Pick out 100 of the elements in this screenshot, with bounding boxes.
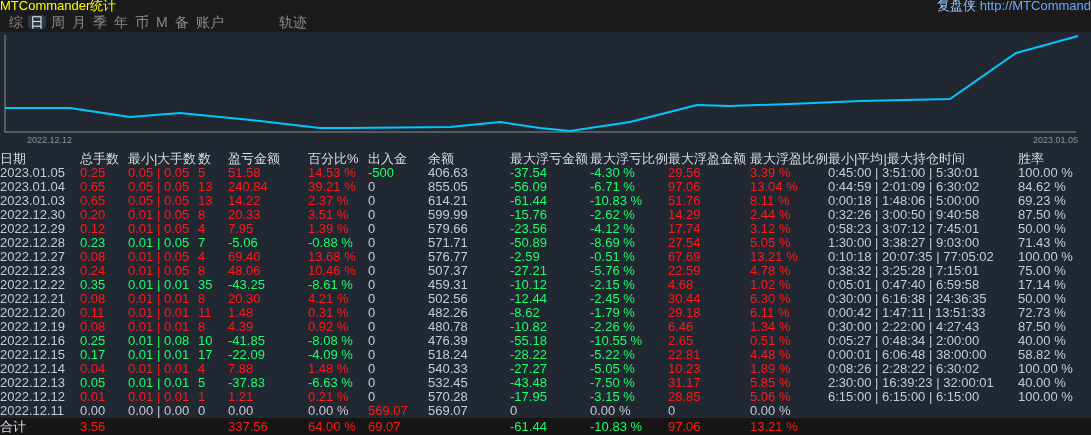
lot-range-cell-text: 0.01 | 0.01 (128, 292, 191, 306)
pnl-cell-text: -22.09 (228, 348, 266, 362)
float-loss-cell-text: -37.54 (510, 166, 548, 180)
balance-cell-text: 540.33 (428, 362, 469, 376)
count-cell-text: 17 (198, 348, 214, 362)
float-profit-cell-text: 17.74 (668, 222, 702, 236)
column-header: 总手数 (80, 150, 120, 166)
float-profit-percent-cell-text: 1.02 % (750, 278, 792, 292)
tab[interactable]: M (154, 15, 170, 29)
tab[interactable]: 币 (133, 15, 151, 29)
hold-time-cell-text: 0:00:01 | 6:06:48 | 38:00:00 (828, 348, 988, 362)
float-profit-cell-text: 2.65 (668, 334, 695, 348)
float-profit-percent-cell-text: 13.21 % (750, 250, 799, 264)
count-cell-text: 8 (198, 208, 207, 222)
tab[interactable]: 年 (112, 15, 130, 29)
float-loss-percent-cell-text: -5.05 % (590, 362, 636, 376)
website-link[interactable]: http://MTCommand (979, 0, 1091, 12)
balance-cell-text: 476.39 (428, 334, 469, 348)
lot-range-cell-text: 0.01 | 0.05 (128, 264, 191, 278)
pnl-cell-text: 0.00 (228, 404, 255, 418)
float-profit-percent-cell-text: 6.30 % (750, 292, 792, 306)
float-profit-percent-cell-text: 6.11 % (750, 306, 791, 320)
float-loss-percent-cell-text: -4.30 % (590, 166, 636, 180)
float-loss-percent-cell-text: -5.76 % (590, 264, 636, 278)
lots-cell-text: 0.25 (80, 334, 107, 348)
tab[interactable]: 季 (91, 15, 109, 29)
pnl-cell-text: -37.83 (228, 376, 266, 390)
date-cell-text: 2022.12.27 (0, 250, 67, 264)
balance-cell-text: 480.78 (428, 320, 469, 334)
tab[interactable]: 轨迹 (276, 15, 309, 29)
float-profit-cell-text: 51.76 (668, 194, 702, 208)
cashflow-cell-text: 0 (368, 390, 377, 404)
count-cell-text: 35 (198, 278, 214, 292)
pnl-cell-text: 1.21 (228, 390, 255, 404)
hold-time-cell-text: 0:10:18 | 20:07:35 | 77:05:02 (828, 250, 995, 264)
pnl-cell-text: 20.30 (228, 292, 262, 306)
pnl-cell-text: 14.22 (228, 194, 262, 208)
float-profit-cell-text: 29.18 (668, 306, 702, 320)
lot-range-cell-text: 0.01 | 0.05 (128, 208, 191, 222)
float-profit-cell-text: 10.23 (668, 362, 702, 376)
tab[interactable]: 综 (7, 15, 25, 29)
column-header: 胜率 (1018, 150, 1045, 166)
float-loss-cell-text: -61.44 (510, 194, 548, 208)
column-header: 盈亏金额 (228, 150, 281, 166)
tab[interactable]: 备 (172, 15, 191, 29)
lots-cell-text: 0.20 (80, 208, 107, 222)
percent-cell-text: 10.46 % (308, 264, 357, 278)
hold-time-cell-text: 0:30:00 | 2:22:00 | 4:27:43 (828, 320, 981, 334)
float-loss-percent-cell-text: 0.00 % (590, 404, 632, 418)
tab[interactable]: 日 (28, 15, 46, 29)
tab[interactable]: 周 (49, 15, 67, 29)
float-profit-cell-text: 14.29 (668, 208, 702, 222)
lots-cell-text: 0.17 (80, 348, 107, 362)
tab[interactable]: 月 (70, 15, 88, 29)
pnl-cell-text: -43.25 (228, 278, 266, 292)
brand-name: 复盘侠 (936, 0, 976, 12)
lots-cell-text: 0.00 (80, 404, 107, 418)
lots-cell-text: 0.11 (80, 306, 106, 320)
percent-cell-text: -8.08 % (308, 334, 354, 348)
cashflow-cell-text: 0 (368, 376, 377, 390)
count-cell-text: 4 (198, 222, 207, 236)
float-profit-percent-cell-text: 3.39 % (750, 166, 792, 180)
float-profit-cell-text: 28.85 (668, 390, 702, 404)
date-cell-text: 2023.01.05 (0, 166, 67, 180)
column-header: 数 (198, 150, 212, 166)
float-loss-cell-text: -56.09 (510, 180, 548, 194)
date-cell-text: 2022.12.16 (0, 334, 67, 348)
float-loss-percent-cell-text: -10.83 % (590, 418, 644, 435)
column-header: 最小|大手数 (128, 150, 198, 166)
hold-time-cell-text: 0:00:42 | 1:47:11 | 13:51:33 (828, 306, 987, 320)
win-rate-cell-text: 87.50 % (1018, 320, 1067, 334)
pnl-cell-text: 240.84 (228, 180, 269, 194)
float-loss-percent-cell-text: -2.26 % (590, 320, 636, 334)
float-loss-cell-text: -27.27 (510, 362, 548, 376)
balance-cell-text: 406.63 (428, 166, 469, 180)
lots-cell-text: 0.24 (80, 264, 107, 278)
float-profit-cell-text: 22.81 (668, 348, 702, 362)
count-cell-text: 10 (198, 334, 214, 348)
tab[interactable]: 账户 (193, 15, 226, 29)
float-loss-percent-cell-text: -0.51 % (590, 250, 636, 264)
lot-range-cell-text: 0.05 | 0.05 (128, 166, 191, 180)
pnl-cell-text: 20.33 (228, 208, 262, 222)
hold-time-cell-text: 0:45:00 | 3:51:00 | 5:30:01 (828, 166, 981, 180)
count-cell-text: 13 (198, 180, 214, 194)
count-cell-text: 7 (198, 236, 207, 250)
lot-range-cell-text: 0.01 | 0.05 (128, 222, 191, 236)
hold-time-cell-text: 0:32:26 | 3:00:50 | 9:40:58 (828, 208, 981, 222)
balance-cell-text: 502.56 (428, 292, 469, 306)
win-rate-cell-text: 72.73 % (1018, 306, 1067, 320)
float-loss-percent-cell-text: -6.71 % (590, 180, 636, 194)
date-cell-text: 2022.12.14 (0, 362, 67, 376)
balance-cell-text: 518.24 (428, 348, 469, 362)
float-loss-percent-cell-text: -8.69 % (590, 236, 636, 250)
win-rate-cell-text: 40.00 % (1018, 376, 1067, 390)
win-rate-cell-text: 58.82 % (1018, 348, 1067, 362)
float-loss-percent-cell-text: -2.62 % (590, 208, 636, 222)
cashflow-cell-text: 0 (368, 334, 377, 348)
float-loss-cell-text: 0 (510, 404, 519, 418)
pnl-cell-text: -41.85 (228, 334, 266, 348)
pnl-cell-text: 69.40 (228, 250, 262, 264)
